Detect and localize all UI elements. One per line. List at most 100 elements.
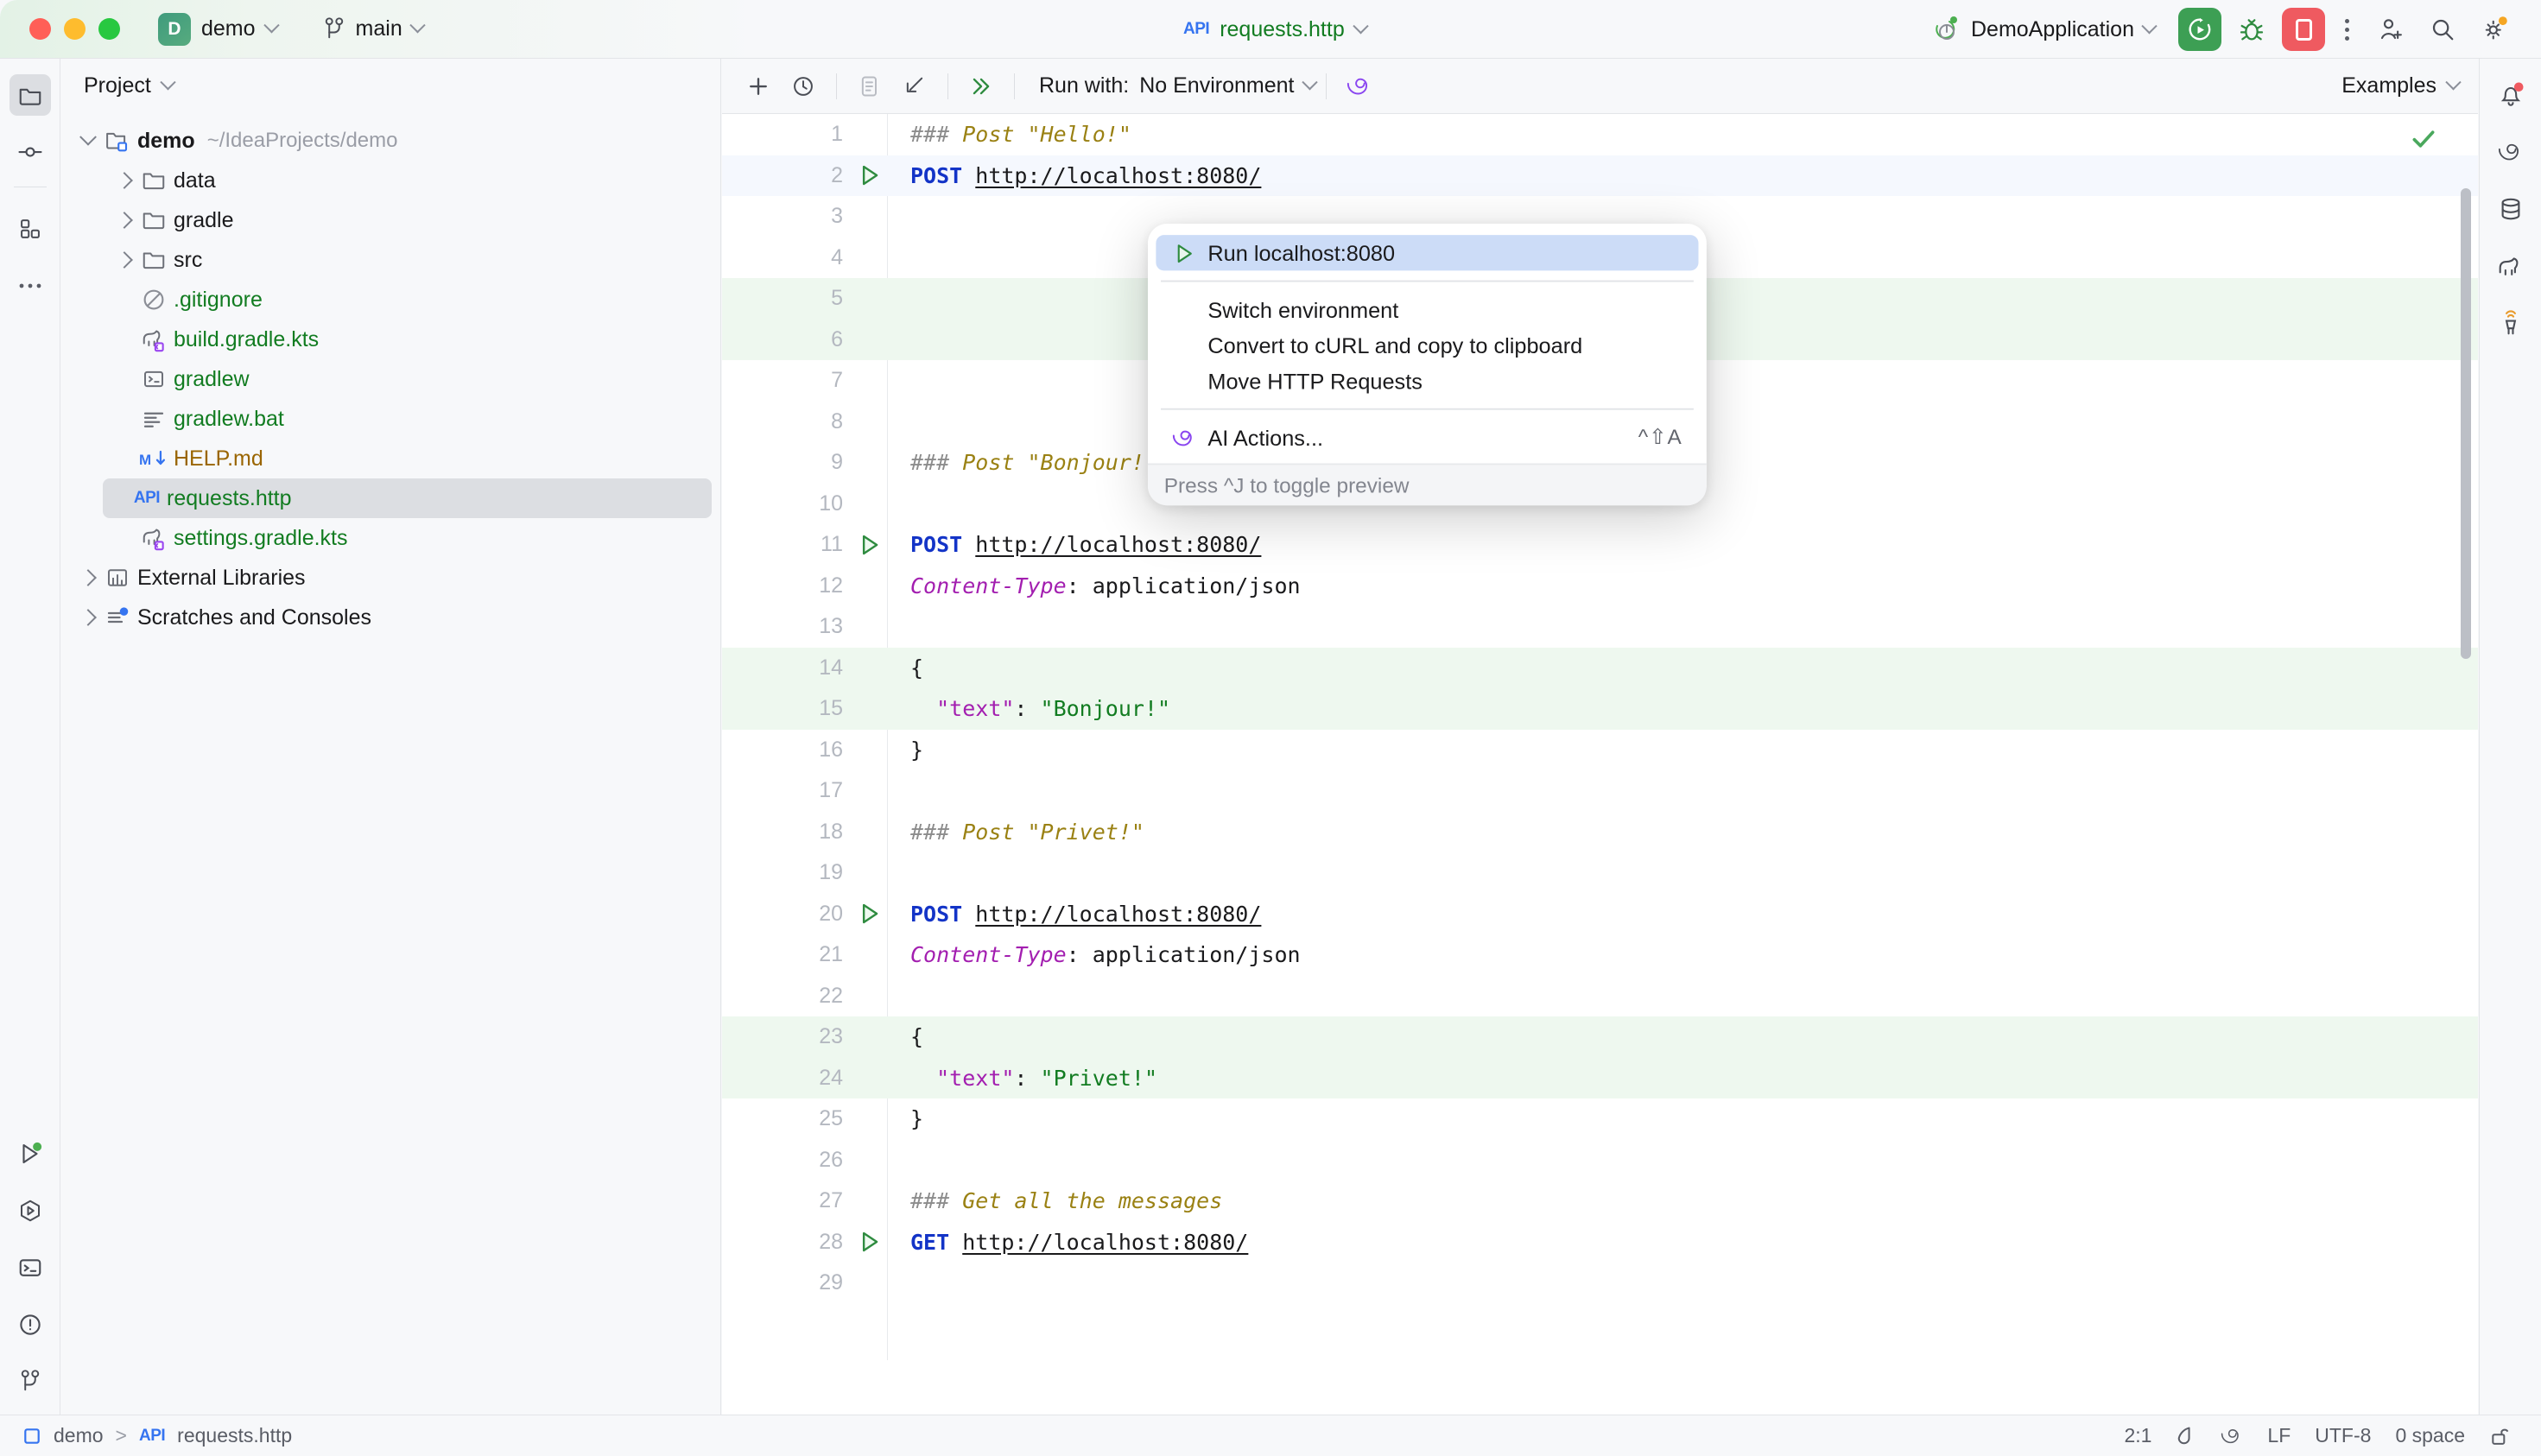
code-line[interactable]: 13	[722, 606, 2478, 648]
project-selector[interactable]: D demo	[158, 12, 280, 46]
add-user-icon[interactable]	[2369, 8, 2412, 51]
lock-open-icon[interactable]	[2489, 1425, 2510, 1447]
code-line[interactable]: 20 POST http://localhost:8080/	[722, 894, 2478, 935]
ai-spiral-icon[interactable]	[2221, 1425, 2243, 1447]
sidebar-item-gradle[interactable]	[2490, 245, 2531, 287]
code-line[interactable]: 14 {	[722, 647, 2478, 688]
indent-drop-icon[interactable]	[2176, 1425, 2196, 1447]
code-line[interactable]: 2 POST http://localhost:8080/	[722, 155, 2478, 196]
sidebar-item-notifications[interactable]	[2490, 74, 2531, 116]
project-panel-header[interactable]: Project	[61, 59, 720, 112]
branch-selector[interactable]: main	[322, 16, 426, 42]
tree-item-build-gradle-kts[interactable]: build.gradle.kts	[61, 320, 720, 359]
code-line[interactable]: 21 Content-Type: application/json	[722, 934, 2478, 976]
close-window-button[interactable]	[29, 18, 51, 40]
code-line[interactable]: 23 {	[722, 1016, 2478, 1058]
more-vertical-icon[interactable]	[2345, 18, 2349, 41]
stop-button[interactable]	[2282, 8, 2325, 51]
chevron-right-icon[interactable]	[79, 569, 97, 586]
tree-item-scratches-and-consoles[interactable]: Scratches and Consoles	[61, 598, 720, 637]
search-icon[interactable]	[2421, 8, 2464, 51]
examples-button[interactable]	[847, 64, 892, 109]
code-editor[interactable]: 1 ### Post "Hello!" 2 POST http://localhos…	[722, 114, 2478, 1360]
code-line[interactable]: 19	[722, 852, 2478, 894]
code-line[interactable]: 16}	[722, 730, 2478, 771]
menu-item-switch-environment[interactable]: Switch environment	[1156, 292, 1698, 327]
gutter-run-icon[interactable]	[857, 532, 886, 558]
tree-item-gradle[interactable]: gradle	[61, 200, 720, 240]
add-request-button[interactable]	[736, 64, 781, 109]
minimize-window-button[interactable]	[64, 18, 86, 40]
tree-item-requests-http[interactable]: API requests.http	[103, 478, 712, 518]
sidebar-item-project[interactable]	[9, 74, 51, 116]
menu-item-run-localhost-8080[interactable]: Run localhost:8080	[1156, 235, 1699, 271]
code-line[interactable]: 11 POST http://localhost:8080/	[722, 524, 2478, 566]
maximize-window-button[interactable]	[98, 18, 120, 40]
code-line[interactable]: 29	[722, 1263, 2478, 1304]
gear-icon[interactable]	[2473, 8, 2516, 51]
debug-button[interactable]	[2230, 8, 2273, 51]
chevron-right-icon[interactable]	[116, 251, 133, 269]
tree-item--gitignore[interactable]: .gitignore	[61, 280, 720, 320]
run-configuration-selector[interactable]: DemoApplication	[1932, 16, 2158, 43]
sidebar-item-more[interactable]	[10, 265, 51, 307]
sidebar-item-run[interactable]	[10, 1133, 51, 1174]
tree-item-src[interactable]: src	[61, 240, 720, 280]
window-controls[interactable]	[29, 18, 120, 40]
run-context-menu[interactable]: Run localhost:8080 Switch environment Conv…	[1148, 224, 1707, 506]
ai-actions-button[interactable]	[1337, 64, 1382, 109]
code-line[interactable]: 28 GET http://localhost:8080/	[722, 1222, 2478, 1263]
code-line[interactable]: 18 ### Post "Privet!"	[722, 812, 2478, 853]
code-line[interactable]: 26	[722, 1140, 2478, 1181]
code-line[interactable]: 27 ### Get all the messages	[722, 1181, 2478, 1222]
menu-item-convert-to-curl-and-copy-to-clipboard[interactable]: Convert to cURL and copy to clipboard	[1156, 327, 1698, 363]
request-history-button[interactable]	[781, 64, 826, 109]
tree-item-external-libraries[interactable]: External Libraries	[61, 558, 720, 598]
chevron-right-icon[interactable]	[116, 172, 133, 189]
sidebar-item-problems[interactable]	[10, 1304, 51, 1345]
gutter-run-icon[interactable]	[857, 901, 886, 927]
sidebar-item-database[interactable]	[2490, 188, 2531, 230]
line-separator[interactable]: LF	[2267, 1424, 2291, 1447]
caret-position[interactable]: 2:1	[2124, 1424, 2151, 1447]
code-line[interactable]: 22	[722, 976, 2478, 1017]
sidebar-item-version-control[interactable]	[10, 1361, 51, 1402]
tree-item-gradlew[interactable]: gradlew	[61, 359, 720, 399]
sidebar-item-services[interactable]	[10, 1190, 51, 1231]
chevron-right-icon[interactable]	[116, 212, 133, 229]
import-requests-button[interactable]	[892, 64, 937, 109]
tree-item-help-md[interactable]: M HELP.md	[61, 439, 720, 478]
editor-scrollbar[interactable]	[2461, 188, 2471, 659]
file-encoding[interactable]: UTF-8	[2315, 1424, 2371, 1447]
run-with-environment-selector[interactable]: Run with: No Environment	[1039, 73, 1319, 98]
sidebar-item-commit[interactable]	[10, 131, 51, 173]
inspection-status-icon[interactable]	[2409, 124, 2438, 158]
tree-item-settings-gradle-kts[interactable]: settings.gradle.kts	[61, 518, 720, 558]
current-file-selector[interactable]: API requests.http	[1183, 0, 1369, 59]
sidebar-item-endpoints[interactable]	[2490, 302, 2531, 344]
menu-item-ai-actions[interactable]: AI Actions... ^⇧A	[1156, 420, 1698, 455]
tree-item-gradlew-bat[interactable]: gradlew.bat	[61, 399, 720, 439]
examples-selector[interactable]: Examples	[2341, 73, 2462, 98]
indent-setting[interactable]: 0 space	[2395, 1424, 2465, 1447]
code-line[interactable]: 1 ### Post "Hello!"	[722, 114, 2478, 155]
run-button[interactable]	[2178, 8, 2221, 51]
chevron-down-icon[interactable]	[79, 128, 97, 146]
chevron-right-icon[interactable]	[79, 609, 97, 626]
sidebar-item-structure[interactable]	[10, 208, 51, 250]
breadcrumb[interactable]: demo > API requests.http	[22, 1424, 292, 1447]
code-line[interactable]: 12 Content-Type: application/json	[722, 566, 2478, 607]
menu-item-move-http-requests[interactable]: Move HTTP Requests	[1156, 363, 1698, 398]
sidebar-item-ai-assistant[interactable]	[2490, 131, 2531, 173]
code-line[interactable]: 24 "text": "Privet!"	[722, 1057, 2478, 1098]
run-all-requests-button[interactable]	[959, 64, 1004, 109]
code-line[interactable]: 25}	[722, 1098, 2478, 1140]
line-number: 15	[819, 696, 843, 721]
sidebar-item-terminal[interactable]	[10, 1247, 51, 1288]
tree-item-demo[interactable]: demo ~/IdeaProjects/demo	[61, 121, 720, 161]
code-line[interactable]: 17	[722, 770, 2478, 812]
gutter-run-icon[interactable]	[857, 1229, 886, 1255]
code-line[interactable]: 15 "text": "Bonjour!"	[722, 688, 2478, 730]
tree-item-data[interactable]: data	[61, 161, 720, 200]
gutter-run-icon[interactable]	[857, 162, 886, 188]
